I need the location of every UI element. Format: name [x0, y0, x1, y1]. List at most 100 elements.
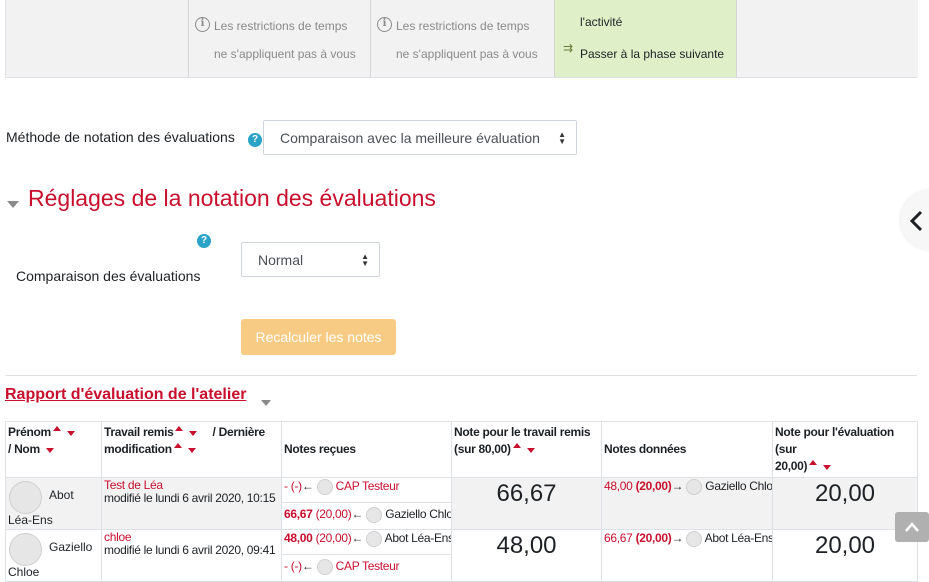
phase-column-current: l'activité ⇉ Passer à la phase suivante [554, 0, 736, 77]
phase-activity-link[interactable]: l'activité [580, 15, 622, 29]
participant-last-name[interactable]: Chloe [8, 565, 39, 579]
header-submission-grade: Note pour le travail remis (sur 80,00) [451, 421, 602, 478]
header-submission-grade-max: (sur 80,00) [454, 442, 511, 456]
received-grade-paren: (20,00) [315, 507, 352, 522]
avatar-icon[interactable] [366, 531, 383, 547]
arrow-right-icon: → [671, 479, 684, 494]
submission-link[interactable]: Test de Léa [104, 478, 163, 492]
sort-down-icon[interactable] [823, 465, 832, 470]
table-row: Abot Léa-Ens Test de Léa modifié le lund… [5, 477, 918, 530]
given-line: 48,00 (20,00)→ Gaziello Chloe [602, 478, 772, 504]
phase-restriction-text: Les restrictions de temps [214, 19, 348, 33]
header-received: Notes reçues [281, 421, 452, 478]
avatar-icon[interactable] [316, 479, 333, 495]
scoring-method-label: Méthode de notation des évaluations [6, 129, 235, 145]
submission-modified: modifié le lundi 6 avril 2020, 09:41 [104, 543, 276, 557]
scroll-to-top-button[interactable] [895, 512, 929, 542]
collapse-triangle-icon[interactable] [261, 400, 271, 406]
arrow-left-icon: ← [351, 531, 364, 546]
phase-column-1: i Les restrictions de temps ne s'appliqu… [188, 0, 370, 77]
next-phase-icon: ⇉ [563, 41, 574, 55]
participant-first-name[interactable]: Gaziello [49, 540, 92, 554]
avatar-icon[interactable] [9, 533, 42, 566]
phase-restriction-text: Les restrictions de temps [396, 19, 530, 33]
sort-up-icon[interactable] [52, 426, 61, 431]
received-line: - (-)← CAP Testeur [282, 478, 451, 503]
comparison-select[interactable]: Normal ▲ ▼ [241, 242, 380, 277]
header-last-modified-link[interactable]: / Dernière [213, 425, 266, 439]
reviewer-link[interactable]: CAP Testeur [336, 479, 400, 493]
phase-restriction-text: ne s'appliquent pas à vous [214, 47, 356, 61]
received-grade-paren: (20,00) [315, 531, 352, 546]
grading-report-table: Prénom / Nom Travail remis / Dernière mo… [5, 421, 918, 582]
chevron-left-icon [909, 210, 923, 232]
header-assessment-grade-link[interactable]: Note pour l'évaluation (sur [775, 425, 894, 456]
sort-up-icon[interactable] [175, 426, 184, 431]
reviewer-link[interactable]: Abot Léa-Ens [385, 531, 451, 545]
received-grade: 66,67 [284, 507, 313, 522]
header-last-name-link[interactable]: / Nom [8, 442, 40, 456]
reviewee-link[interactable]: Gaziello Chloe [705, 479, 772, 493]
submission-grade: 66,67 [451, 477, 602, 530]
sort-down-icon[interactable] [45, 448, 54, 453]
sort-up-icon[interactable] [512, 443, 521, 448]
phase-column-4 [736, 0, 918, 77]
drawer-toggle[interactable] [901, 190, 929, 250]
arrow-left-icon: ← [301, 559, 314, 574]
reviewee-link[interactable]: Abot Léa-Ens [705, 531, 772, 545]
table-header-row: Prénom / Nom Travail remis / Dernière mo… [5, 421, 918, 478]
given-grade: 48,00 [604, 479, 633, 494]
avatar-icon[interactable] [366, 507, 383, 523]
help-icon[interactable]: ? [248, 133, 262, 147]
participant-first-name[interactable]: Abot [49, 488, 74, 502]
given-grade: 66,67 [604, 531, 633, 546]
sort-up-icon[interactable] [809, 460, 818, 465]
next-phase-link[interactable]: Passer à la phase suivante [580, 47, 724, 61]
participant-last-name[interactable]: Léa-Ens [8, 513, 53, 527]
reviewer-link[interactable]: CAP Testeur [336, 559, 400, 573]
sort-up-icon[interactable] [173, 443, 182, 448]
sort-down-icon[interactable] [189, 431, 198, 436]
collapse-triangle-icon[interactable] [7, 201, 19, 208]
scoring-method-select[interactable]: Comparaison avec la meilleure évaluation… [263, 120, 577, 155]
avatar-icon[interactable] [9, 481, 42, 514]
given-grade-paren: (20,00) [635, 479, 672, 494]
sort-down-icon[interactable] [526, 448, 535, 453]
avatar-icon[interactable] [686, 479, 703, 495]
sort-down-icon[interactable] [66, 431, 75, 436]
section-heading[interactable]: Réglages de la notation des évaluations [28, 185, 436, 212]
help-icon[interactable]: ? [197, 234, 211, 248]
report-title[interactable]: Rapport d'évaluation de l'atelier [5, 386, 246, 404]
submission-cell: Test de Léa modifié le lundi 6 avril 202… [101, 477, 282, 530]
arrow-left-icon: ← [351, 507, 364, 522]
comparison-value: Normal [258, 251, 304, 268]
header-submission: Travail remis / Dernière modification [101, 421, 282, 478]
received-line: 66,67 (20,00)← Gaziello Chloe [282, 503, 451, 529]
header-submission-link[interactable]: Travail remis [104, 425, 174, 439]
header-assessment-grade: Note pour l'évaluation (sur 20,00) [772, 421, 918, 478]
divider [5, 375, 917, 376]
arrow-up-icon [905, 522, 919, 532]
received-grade: 48,00 [284, 531, 313, 546]
header-submission-grade-link[interactable]: Note pour le travail remis [454, 425, 591, 439]
header-first-name-link[interactable]: Prénom [8, 425, 51, 439]
recalculate-button[interactable]: Recalculer les notes [241, 319, 396, 355]
given-grade-paren: (20,00) [635, 531, 672, 546]
phase-restriction-text: ne s'appliquent pas à vous [396, 47, 538, 61]
reviewer-link[interactable]: Gaziello Chloe [385, 507, 451, 521]
header-name: Prénom / Nom [5, 421, 102, 478]
given-cell: 48,00 (20,00)→ Gaziello Chloe [601, 477, 773, 530]
avatar-icon[interactable] [316, 559, 333, 575]
header-given: Notes données [601, 421, 773, 478]
select-arrows-icon: ▲ ▼ [361, 251, 369, 268]
arrow-left-icon: ← [301, 479, 314, 494]
info-icon: i [377, 17, 392, 32]
sort-down-icon[interactable] [187, 448, 196, 453]
avatar-icon[interactable] [686, 531, 703, 547]
received-line: 48,00 (20,00)← Abot Léa-Ens [282, 530, 451, 555]
received-cell: - (-)← CAP Testeur 66,67 (20,00)← Gaziel… [281, 477, 452, 530]
phase-column-2: i Les restrictions de temps ne s'appliqu… [370, 0, 554, 77]
header-modification-link[interactable]: modification [104, 442, 172, 456]
scoring-method-value: Comparaison avec la meilleure évaluation [280, 129, 540, 146]
submission-link[interactable]: chloe [104, 530, 132, 544]
